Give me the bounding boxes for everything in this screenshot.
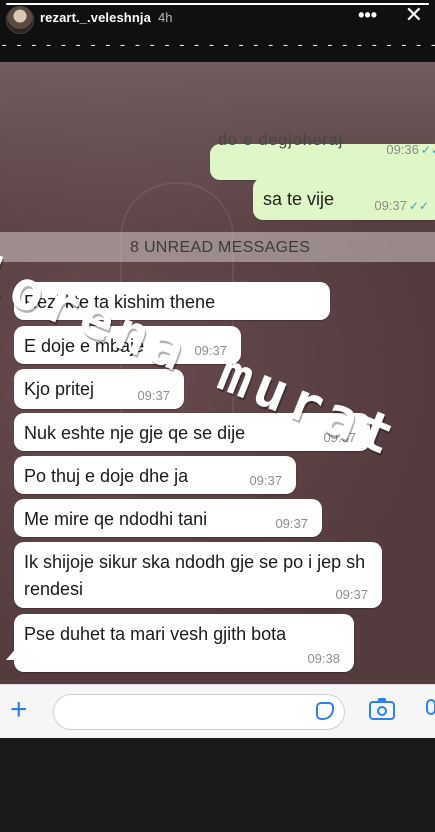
plus-icon[interactable]: + (10, 693, 28, 727)
message-text: sa te vije (263, 189, 335, 209)
message-time: 09:37 (335, 587, 368, 602)
close-icon[interactable]: ✕ (405, 4, 423, 26)
message-text: do e degjoheraj (218, 132, 344, 149)
avatar[interactable] (6, 6, 34, 34)
chat-screenshot: do e degjoheraj 09:36✓✓ sa te vije 09:37… (0, 62, 435, 684)
message-input-bar: + (0, 684, 435, 739)
story-header: rezart._.veleshnja 4h ••• ✕ - - - - - - … (0, 0, 435, 62)
story-time: 4h (158, 10, 173, 25)
message-meta: 09:37 ✓✓ (374, 198, 429, 213)
incoming-message: Me mire qe ndodhi tani 09:37 (14, 499, 322, 537)
incoming-message: Kjo pritej 09:37 (14, 369, 184, 409)
outgoing-message: do e degjoheraj 09:36✓✓ (210, 132, 435, 180)
message-time: 09:36 (386, 142, 419, 157)
read-ticks-icon: ✓✓ (408, 199, 429, 213)
message-text: Po thuj e doje dhe ja (24, 466, 189, 486)
message-text: Me mire qe ndodhi tani (24, 509, 208, 529)
outgoing-message: sa te vije 09:37 ✓✓ (253, 178, 435, 220)
message-time: 09:37 (194, 343, 227, 358)
message-text: E doje e mbaje (24, 336, 145, 356)
message-input[interactable] (53, 694, 345, 730)
microphone-icon[interactable] (426, 699, 435, 715)
sticker-icon[interactable] (316, 702, 334, 720)
story-bottom-area (0, 738, 435, 832)
incoming-message: Po thuj e doje dhe ja 09:37 (14, 456, 296, 494)
message-text: Kjo pritej (24, 379, 95, 399)
read-ticks-icon: ✓✓ (420, 143, 435, 157)
incoming-message: Ik shijoje sikur ska ndodh gje se po i j… (14, 542, 382, 608)
message-time: 09:38 (307, 651, 340, 666)
message-text: Rezi kte ta kishim thene (24, 292, 216, 312)
dashed-line: - - - - - - - - - - - - - - - - - - - - … (0, 38, 435, 54)
message-time: 09:37 (137, 388, 170, 403)
message-time: 09:37 (275, 516, 308, 531)
incoming-message: Nuk eshte nje gje qe se dije 09:37 (14, 413, 370, 451)
message-text: Pse duhet ta mari vesh gjith bota (24, 624, 287, 644)
incoming-message: Pse duhet ta mari vesh gjith bota 09:38 (14, 614, 354, 672)
message-meta: 09:36✓✓ (386, 142, 435, 157)
unread-banner-text: 8 UNREAD MESSAGES (130, 239, 311, 256)
message-time: 09:37 (323, 430, 356, 445)
story-username[interactable]: rezart._.veleshnja (40, 10, 151, 25)
incoming-message: E doje e mbaje 09:37 (14, 326, 241, 364)
more-dots-icon[interactable]: ••• (358, 5, 377, 25)
message-text: Ik shijoje sikur ska ndodh gje se po i j… (24, 552, 366, 599)
camera-icon[interactable] (369, 698, 395, 720)
incoming-message: Rezi kte ta kishim thene (14, 282, 330, 320)
message-text: Nuk eshte nje gje qe se dije (24, 423, 246, 443)
message-time: 09:37 (374, 198, 407, 213)
unread-banner: 8 UNREAD MESSAGES (0, 232, 435, 262)
message-time: 09:37 (249, 473, 282, 488)
